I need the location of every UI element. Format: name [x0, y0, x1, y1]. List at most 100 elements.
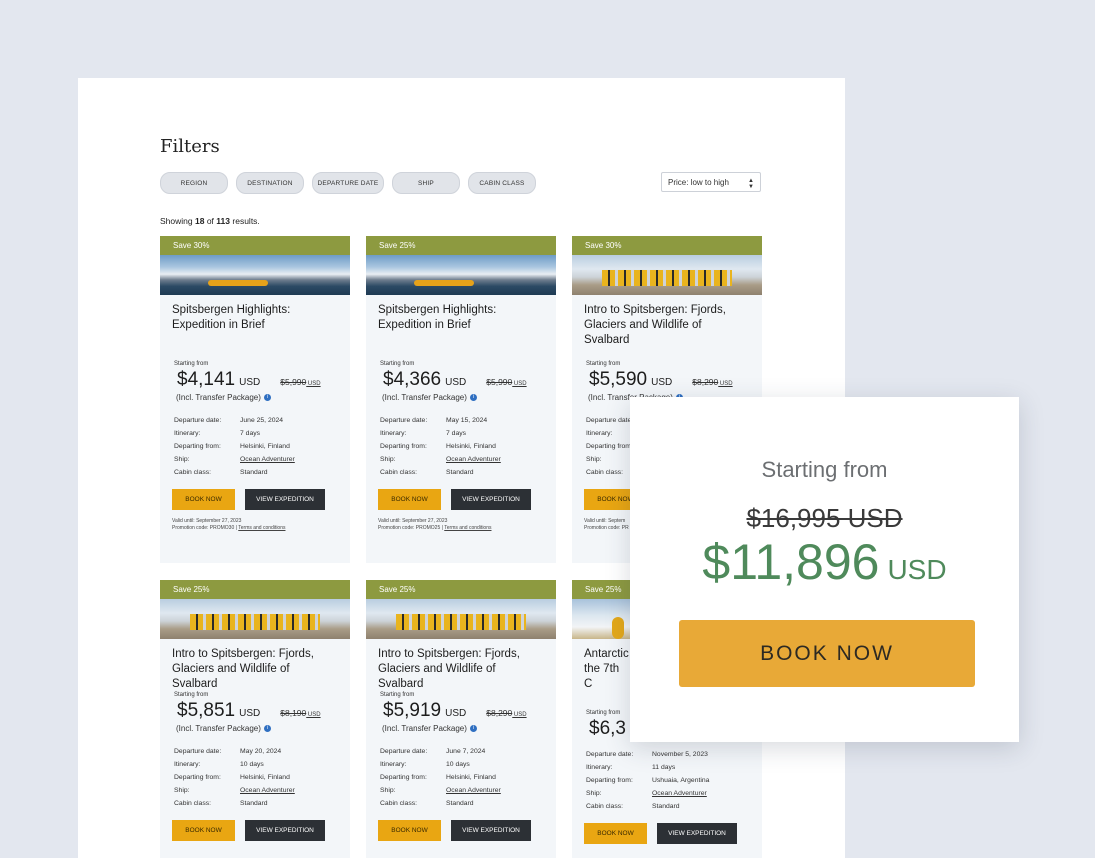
- filter-chip-departure-date[interactable]: DEPARTURE DATE: [312, 172, 384, 194]
- promo-code: Promotion code: PROMO30: [172, 525, 235, 531]
- current-price: $4,141: [177, 369, 236, 390]
- zoom-starting-from: Starting from: [761, 457, 888, 482]
- detail-label: Itinerary:: [174, 430, 201, 437]
- view-expedition-button[interactable]: VIEW EXPEDITION: [657, 823, 737, 844]
- zoom-currency: USD: [887, 554, 947, 585]
- info-icon[interactable]: i: [469, 394, 477, 401]
- original-price: $8,290 USD: [486, 708, 527, 718]
- expedition-title[interactable]: Antarctic the 7th C: [584, 647, 629, 692]
- view-expedition-button[interactable]: VIEW EXPEDITION: [245, 489, 325, 510]
- detail-label: Departing from:: [586, 777, 633, 784]
- price-row: $4,141 USD $5,990 USD: [177, 369, 350, 391]
- departure-date: May 20, 2024: [240, 748, 282, 755]
- filter-chip-cabin-class[interactable]: CABIN CLASS: [468, 172, 536, 194]
- detail-label: Departure date:: [380, 748, 428, 755]
- view-expedition-button[interactable]: VIEW EXPEDITION: [451, 820, 531, 841]
- book-now-button[interactable]: BOOK NOW: [172, 820, 235, 841]
- expedition-card: Save 25% Intro to Spitsbergen: Fjords, G…: [160, 580, 350, 858]
- transfer-note: (Incl. Transfer Package)i: [382, 724, 556, 733]
- ship-link[interactable]: Ocean Adventurer: [446, 787, 501, 794]
- valid-until: Valid until: September 27, 2023: [172, 518, 242, 524]
- detail-label: Cabin class:: [380, 800, 418, 807]
- ship-link[interactable]: Ocean Adventurer: [240, 456, 295, 463]
- book-now-button[interactable]: BOOK NOW: [378, 489, 441, 510]
- ship-link[interactable]: Ocean Adventurer: [240, 787, 295, 794]
- card-actions: BOOK NOW VIEW EXPEDITION: [378, 489, 556, 510]
- starting-from-label: Starting from: [174, 361, 209, 367]
- expedition-details: Departure date: May 20, 2024 Itinerary: 10…: [174, 745, 350, 810]
- starting-from-label: Starting from: [380, 361, 415, 367]
- discount-badge: Save 25%: [366, 236, 556, 255]
- expedition-title[interactable]: Intro to Spitsbergen: Fjords, Glaciers a…: [584, 303, 750, 348]
- detail-label: Departing from:: [380, 443, 427, 450]
- discount-badge: Save 30%: [160, 236, 350, 255]
- transfer-note: (Incl. Transfer Package)i: [176, 393, 350, 402]
- info-icon[interactable]: i: [469, 725, 477, 732]
- cabin-class: Standard: [446, 800, 474, 807]
- starting-from-label: Starting from: [380, 692, 415, 698]
- sort-select[interactable]: Price: low to high ▲ ▼: [661, 172, 761, 192]
- card-actions: BOOK NOW VIEW EXPEDITION: [378, 820, 556, 841]
- ship-link[interactable]: Ocean Adventurer: [652, 790, 707, 797]
- departing-from: Helsinki, Finland: [446, 443, 496, 450]
- results-suffix: results.: [232, 216, 260, 226]
- current-price: $5,851: [177, 700, 236, 721]
- detail-label: Departure date:: [174, 417, 222, 424]
- ship-link[interactable]: Ocean Adventurer: [446, 456, 501, 463]
- price-row: $5,590 USD $8,290 USD: [589, 369, 762, 391]
- filter-chip-region[interactable]: REGION: [160, 172, 228, 194]
- filter-chip-destination[interactable]: DESTINATION: [236, 172, 304, 194]
- expedition-card: Save 25% Intro to Spitsbergen: Fjords, G…: [366, 580, 556, 858]
- filters-title: Filters: [160, 136, 220, 157]
- discount-badge: Save 25%: [160, 580, 350, 599]
- terms-link[interactable]: Terms and conditions: [444, 525, 491, 531]
- expedition-photo: [572, 255, 762, 295]
- itinerary: 7 days: [446, 430, 467, 437]
- expedition-details: Departure date: November 5, 2023 Itinerar…: [586, 748, 762, 813]
- starting-from-label: Starting from: [174, 692, 209, 698]
- itinerary: 11 days: [652, 764, 676, 771]
- zoom-original-price: $16,995 USD: [746, 503, 903, 533]
- expedition-title[interactable]: Intro to Spitsbergen: Fjords, Glaciers a…: [378, 647, 544, 692]
- price-row: $4,366 USD $5,990 USD: [383, 369, 556, 391]
- zoom-price-row: $11,896 USD: [630, 533, 1019, 591]
- departure-date: June 7, 2024: [446, 748, 486, 755]
- departing-from: Helsinki, Finland: [446, 774, 496, 781]
- book-now-button[interactable]: BOOK NOW: [378, 820, 441, 841]
- currency: USD: [651, 377, 673, 388]
- starting-from-label: Starting from: [586, 361, 621, 367]
- card-actions: BOOK NOW VIEW EXPEDITION: [172, 820, 350, 841]
- view-expedition-button[interactable]: VIEW EXPEDITION: [245, 820, 325, 841]
- expedition-title[interactable]: Spitsbergen Highlights: Expedition in Br…: [378, 303, 544, 333]
- cabin-class: Standard: [446, 469, 474, 476]
- results-count: Showing 18 of 113 results.: [160, 216, 260, 226]
- expedition-title[interactable]: Intro to Spitsbergen: Fjords, Glaciers a…: [172, 647, 338, 692]
- view-expedition-button[interactable]: VIEW EXPEDITION: [451, 489, 531, 510]
- transfer-note: (Incl. Transfer Package)i: [176, 724, 350, 733]
- filter-chip-ship[interactable]: SHIP: [392, 172, 460, 194]
- departing-from: Ushuaia, Argentina: [652, 777, 710, 784]
- detail-label: Ship:: [380, 787, 396, 794]
- detail-label: Departing from:: [380, 774, 427, 781]
- card-actions: BOOK NOW VIEW EXPEDITION: [172, 489, 350, 510]
- promo-info: Valid until: September 27, 2023 Promotio…: [378, 518, 556, 532]
- results-of: of: [206, 216, 214, 226]
- transfer-note: (Incl. Transfer Package)i: [382, 393, 556, 402]
- info-icon[interactable]: i: [263, 394, 271, 401]
- detail-label: Departure date:: [380, 417, 428, 424]
- expedition-photo: [160, 255, 350, 295]
- original-price: $5,990 USD: [280, 377, 321, 387]
- departing-from: Helsinki, Finland: [240, 443, 290, 450]
- detail-label: Itinerary:: [380, 761, 407, 768]
- departing-from: Helsinki, Finland: [240, 774, 290, 781]
- book-now-button[interactable]: BOOK NOW: [584, 823, 647, 844]
- expedition-photo: [160, 599, 350, 639]
- detail-label: Departing from:: [174, 443, 221, 450]
- expedition-title[interactable]: Spitsbergen Highlights: Expedition in Br…: [172, 303, 338, 333]
- zoom-book-now-button[interactable]: BOOK NOW: [679, 620, 975, 687]
- book-now-button[interactable]: BOOK NOW: [172, 489, 235, 510]
- terms-link[interactable]: Terms and conditions: [238, 525, 285, 531]
- departure-date: May 15, 2024: [446, 417, 488, 424]
- detail-label: Departure date:: [586, 751, 634, 758]
- info-icon[interactable]: i: [263, 725, 271, 732]
